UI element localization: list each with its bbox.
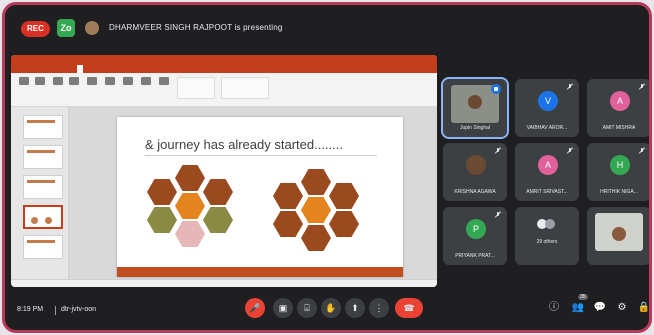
current-slide: & journey has already started........ (117, 117, 403, 277)
hex-shape (147, 207, 177, 233)
slide-canvas: & journey has already started........ (69, 107, 437, 279)
hex-shape (301, 225, 331, 251)
clock: 8:19 PM (17, 306, 44, 313)
avatar: V (538, 91, 558, 111)
hex-shape (175, 165, 205, 191)
hex-shape (329, 211, 359, 237)
hex-shape (329, 183, 359, 209)
mic-off-icon (567, 148, 573, 154)
avatar: A (538, 155, 558, 175)
ppt-titlebar (11, 55, 437, 65)
shared-screen: & journey has already started........ (11, 55, 437, 287)
hex-shape (273, 183, 303, 209)
participant-tile[interactable]: V VAIBHAV AROR... (515, 79, 579, 137)
meeting-code: dtr-jvtv-oon (61, 306, 97, 313)
mic-off-icon (639, 84, 645, 90)
participant-tile[interactable]: H HRITHIK NIGA... (587, 143, 649, 201)
participant-name: Jupin Singhal (459, 125, 491, 131)
more-options-button[interactable]: ⋮ (369, 298, 389, 318)
captions-button[interactable]: ⌸ (297, 298, 317, 318)
mic-off-icon (495, 212, 501, 218)
hex-shape (147, 179, 177, 205)
avatar (466, 155, 486, 175)
camera-toggle-button[interactable]: ▣ (273, 298, 293, 318)
speaking-icon (491, 84, 501, 94)
presenter-avatar (85, 21, 99, 35)
recording-badge: REC (21, 21, 50, 37)
others-label: 29 others (536, 239, 558, 245)
chat-icon[interactable]: 💬 (593, 301, 607, 315)
participant-tile[interactable]: Jupin Singhal (441, 77, 509, 139)
hex-shape (301, 197, 331, 223)
avatar: H (610, 155, 630, 175)
participant-name: VAIBHAV AROR... (526, 125, 568, 131)
mic-off-icon (495, 148, 501, 154)
participant-name: KRISHNA AGAWA (454, 189, 496, 195)
participant-tile[interactable]: P PRIYANK PRAT... (443, 207, 507, 265)
hex-shape (203, 179, 233, 205)
others-avatar-icon (545, 219, 555, 229)
avatar: A (610, 91, 630, 111)
ppt-ribbon (11, 73, 437, 107)
hex-shape (175, 221, 205, 247)
slide-thumbnails (11, 107, 69, 279)
meet-window: REC Zo DHARMVEER SINGH RAJPOOT is presen… (2, 2, 652, 333)
top-bar: REC Zo DHARMVEER SINGH RAJPOOT is presen… (5, 5, 649, 51)
info-icon[interactable]: ⓘ (547, 301, 561, 315)
hex-shape (175, 193, 205, 219)
avatar: P (466, 219, 486, 239)
participant-tile[interactable]: A AMIT MISHRA (587, 79, 649, 137)
self-video (595, 213, 643, 251)
present-button[interactable]: ⬆ (345, 298, 365, 318)
activities-icon[interactable]: ⚙ (615, 301, 629, 315)
self-view-tile[interactable] (587, 207, 649, 265)
participant-name: AMIT MISHRA (602, 125, 636, 131)
mic-toggle-button[interactable]: 🎤 (245, 298, 265, 318)
meeting-badge[interactable]: Zo (57, 19, 75, 37)
raise-hand-button[interactable]: ✋ (321, 298, 341, 318)
participant-name: AMRIT SRIVAST... (526, 189, 568, 195)
hex-shape (301, 169, 331, 195)
hex-shape (203, 207, 233, 233)
participant-name: PRIYANK PRAT... (455, 253, 495, 259)
host-controls-icon[interactable]: 🔒 (637, 301, 649, 315)
slide-title: & journey has already started........ (145, 137, 343, 152)
ppt-status-bar (11, 279, 437, 287)
end-call-button[interactable]: ☎ (395, 298, 423, 318)
bottom-bar: 8:19 PM dtr-jvtv-oon 🎤 ▣ ⌸ ✋ ⬆ ⋮ ☎ ⓘ 👥 3… (5, 294, 649, 330)
participant-tile[interactable]: A AMRIT SRIVAST... (515, 143, 579, 201)
mic-off-icon (639, 148, 645, 154)
mic-off-icon (567, 84, 573, 90)
ppt-menu (11, 65, 437, 73)
people-icon[interactable]: 👥 (571, 301, 585, 315)
hex-shape (273, 211, 303, 237)
presenting-label: DHARMVEER SINGH RAJPOOT is presenting (109, 23, 283, 32)
participant-name: HRITHIK NIGA... (600, 189, 638, 195)
participant-tile[interactable]: KRISHNA AGAWA (443, 143, 507, 201)
participant-count-badge: 35 (578, 294, 588, 300)
slide-footer-bar (117, 267, 403, 277)
others-tile[interactable]: 29 others (515, 207, 579, 265)
